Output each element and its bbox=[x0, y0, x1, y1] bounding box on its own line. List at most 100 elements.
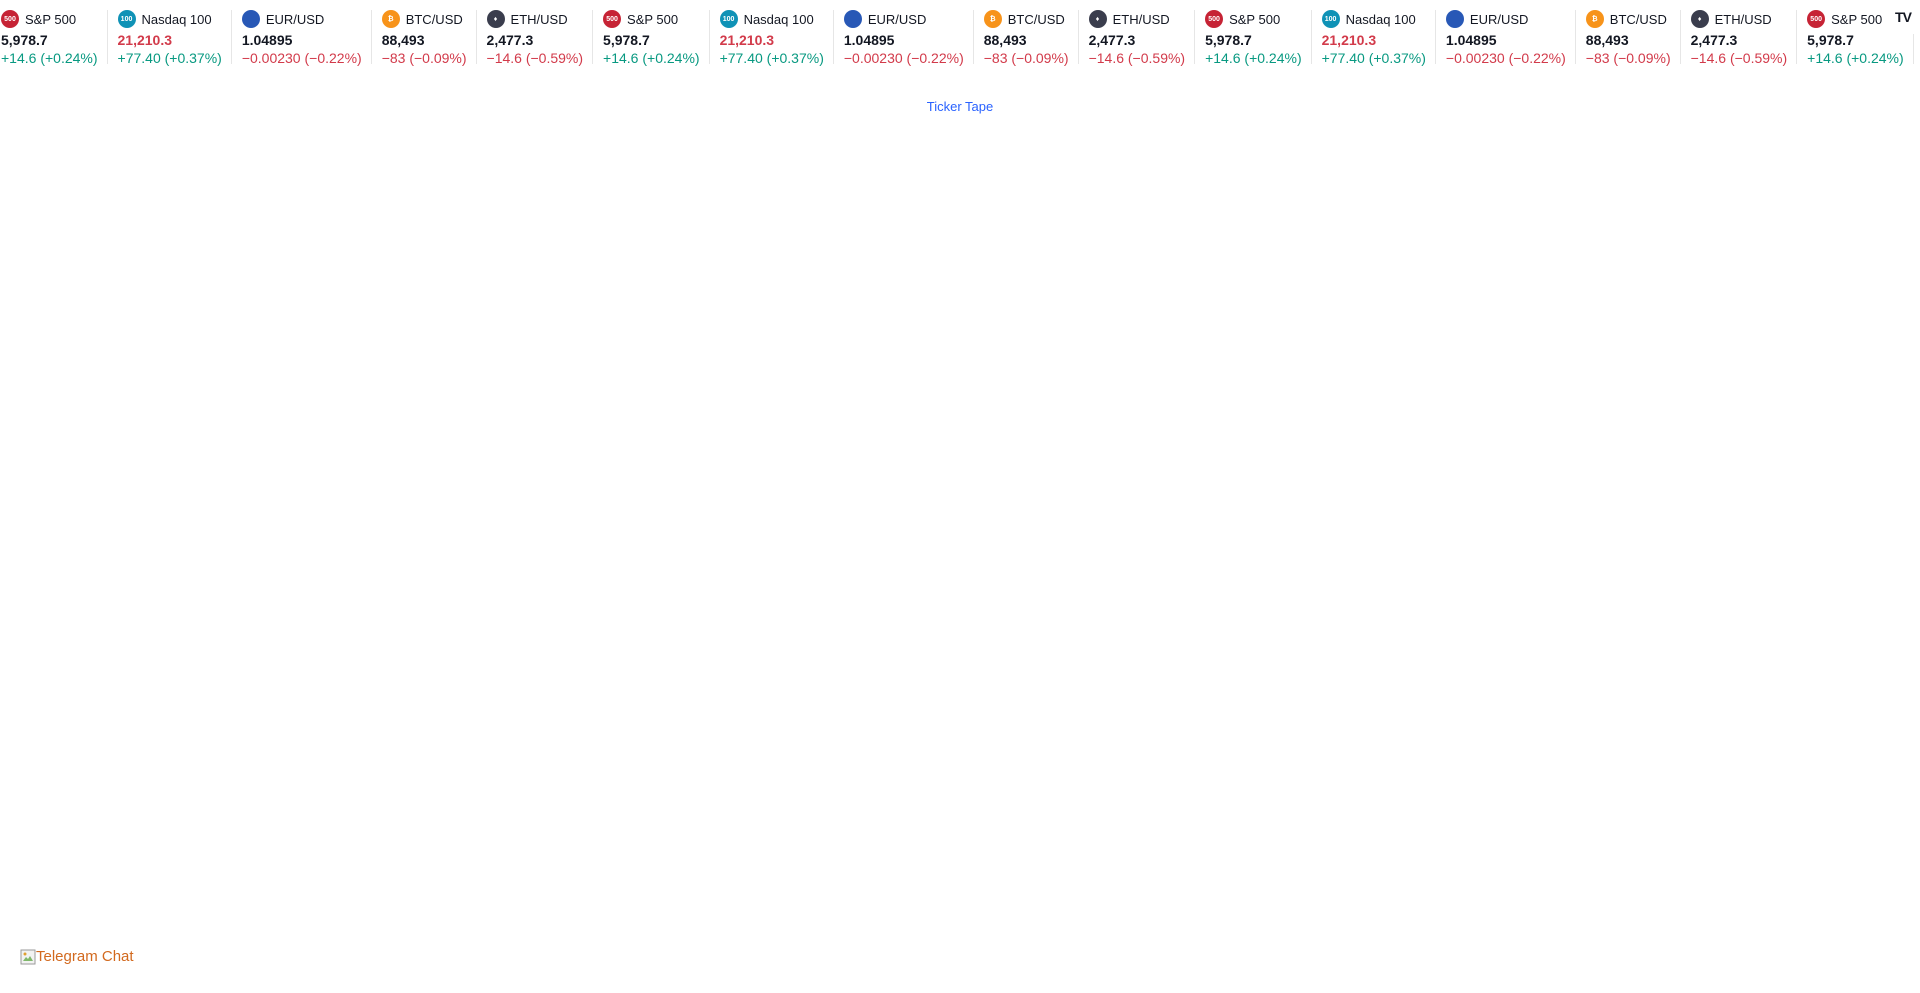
bitcoin-logo-icon: ₿ bbox=[1585, 10, 1604, 28]
ticker-change: −0.00230 (−0.22%) bbox=[1445, 50, 1566, 66]
ticker-item[interactable]: EUR/USD 1.04895 −0.00230 (−0.22%) bbox=[1436, 0, 1576, 68]
ticker-symbol-name: S&P 500 bbox=[1831, 11, 1883, 27]
ticker-item-header: 500 S&P 500 bbox=[603, 10, 700, 28]
eur-usd-flags-icon bbox=[1445, 10, 1464, 28]
sp500-logo-icon: 500 bbox=[1807, 10, 1826, 28]
ticker-item[interactable]: ₿ BTC/USD 88,493 −83 (−0.09%) bbox=[974, 0, 1079, 68]
ethereum-logo-icon: ♦ bbox=[1088, 10, 1107, 28]
ticker-item[interactable]: 100 Nasdaq 100 21,210.3 +77.40 (+0.37%) bbox=[1312, 0, 1437, 68]
ticker-change: −83 (−0.09%) bbox=[1585, 50, 1671, 66]
ticker-item[interactable]: 500 S&P 500 5,978.7 +14.6 (+0.24%) bbox=[1195, 0, 1312, 68]
nasdaq100-logo-icon: 100 bbox=[719, 10, 738, 28]
ticker-item-header: 100 Nasdaq 100 bbox=[719, 10, 824, 28]
ticker-change: −83 (−0.09%) bbox=[381, 50, 467, 66]
ticker-item[interactable]: 100 Nasdaq 100 21,210.3 +77.40 (+0.37%) bbox=[108, 0, 233, 68]
ticker-price: 5,978.7 bbox=[1205, 32, 1252, 48]
ticker-change: +14.6 (+0.24%) bbox=[603, 50, 700, 66]
ticker-price: 1.04895 bbox=[843, 32, 895, 48]
tradingview-logo-icon[interactable]: TV bbox=[1886, 0, 1920, 34]
ticker-item-header: ₿ BTC/USD bbox=[381, 10, 467, 28]
sp500-logo-icon: 500 bbox=[1, 10, 19, 28]
ethereum-logo-icon: ♦ bbox=[486, 10, 505, 28]
ticker-symbol-name: EUR/USD bbox=[265, 11, 325, 27]
ticker-symbol-name: EUR/USD bbox=[1469, 11, 1529, 27]
ticker-change: −14.6 (−0.59%) bbox=[1088, 50, 1186, 66]
eur-usd-flags-icon bbox=[843, 10, 862, 28]
bitcoin-logo-icon: ₿ bbox=[983, 10, 1002, 28]
ticker-tape-caption: Ticker Tape bbox=[0, 99, 1920, 114]
ticker-symbol-name: Nasdaq 100 bbox=[1345, 11, 1416, 27]
ticker-track: 500 S&P 500 5,978.7 +14.6 (+0.24%) 100 Nasdaq… bbox=[0, 0, 1920, 68]
ticker-item[interactable]: 100 Nasdaq 100 21,210.3 +77.40 (+0.37%) bbox=[710, 0, 835, 68]
ticker-item[interactable]: ♦ ETH/USD 2,477.3 −14.6 (−0.59%) bbox=[1681, 0, 1798, 68]
ticker-symbol-name: ETH/USD bbox=[1714, 11, 1772, 27]
ticker-symbol-name: S&P 500 bbox=[25, 11, 77, 27]
ticker-change: −14.6 (−0.59%) bbox=[486, 50, 584, 66]
ticker-change: −0.00230 (−0.22%) bbox=[241, 50, 362, 66]
ticker-change: +77.40 (+0.37%) bbox=[1321, 50, 1426, 66]
ticker-price: 21,210.3 bbox=[117, 32, 173, 48]
ticker-price: 2,477.3 bbox=[1690, 32, 1738, 48]
telegram-chat-alt-text: Telegram Chat bbox=[36, 948, 134, 965]
ticker-price: 5,978.7 bbox=[603, 32, 650, 48]
ticker-tape-widget: 500 S&P 500 5,978.7 +14.6 (+0.24%) 100 Nasdaq… bbox=[0, 0, 1920, 72]
ticker-item[interactable]: EUR/USD 1.04895 −0.00230 (−0.22%) bbox=[232, 0, 372, 68]
sp500-logo-icon: 500 bbox=[603, 10, 622, 28]
ticker-item[interactable]: ₿ BTC/USD 88,493 −83 (−0.09%) bbox=[1576, 0, 1681, 68]
ticker-item-header: EUR/USD bbox=[843, 10, 964, 28]
bitcoin-logo-icon: ₿ bbox=[381, 10, 400, 28]
ticker-symbol-name: ETH/USD bbox=[1112, 11, 1170, 27]
ticker-change: +77.40 (+0.37%) bbox=[719, 50, 824, 66]
ticker-symbol-name: S&P 500 bbox=[1229, 11, 1281, 27]
ticker-item[interactable]: ♦ ETH/USD 2,477.3 −14.6 (−0.59%) bbox=[1079, 0, 1196, 68]
ticker-price: 5,978.7 bbox=[1807, 32, 1854, 48]
ticker-price: 2,477.3 bbox=[486, 32, 534, 48]
ticker-item[interactable]: 500 S&P 500 5,978.7 +14.6 (+0.24%) bbox=[593, 0, 710, 68]
ticker-symbol-name: EUR/USD bbox=[867, 11, 927, 27]
ticker-change: +77.40 (+0.37%) bbox=[117, 50, 222, 66]
ticker-price: 88,493 bbox=[1585, 32, 1629, 48]
ticker-item-header: ♦ ETH/USD bbox=[486, 10, 584, 28]
ticker-tape-link[interactable]: Ticker Tape bbox=[927, 99, 993, 114]
eur-usd-flags-icon bbox=[241, 10, 260, 28]
ticker-symbol-name: BTC/USD bbox=[405, 11, 463, 27]
ticker-change: −14.6 (−0.59%) bbox=[1690, 50, 1788, 66]
ticker-item-header: ₿ BTC/USD bbox=[983, 10, 1069, 28]
ticker-change: +14.6 (+0.24%) bbox=[1, 50, 98, 66]
ticker-price: 21,210.3 bbox=[719, 32, 775, 48]
broken-image-icon bbox=[20, 949, 36, 964]
ticker-change: −83 (−0.09%) bbox=[983, 50, 1069, 66]
sp500-logo-icon: 500 bbox=[1205, 10, 1224, 28]
ticker-symbol-name: S&P 500 bbox=[627, 11, 679, 27]
ticker-item-header: 100 Nasdaq 100 bbox=[117, 10, 222, 28]
ticker-price: 1.04895 bbox=[1445, 32, 1497, 48]
ticker-item-header: 500 S&P 500 bbox=[1, 10, 98, 28]
ticker-symbol-name: BTC/USD bbox=[1609, 11, 1667, 27]
ethereum-logo-icon: ♦ bbox=[1690, 10, 1709, 28]
telegram-chat-link[interactable]: Telegram Chat bbox=[20, 948, 134, 965]
ticker-price: 21,210.3 bbox=[1321, 32, 1377, 48]
ticker-item-header: 100 Nasdaq 100 bbox=[1321, 10, 1426, 28]
ticker-price: 5,978.7 bbox=[1, 32, 48, 48]
ticker-item[interactable]: ♦ ETH/USD 2,477.3 −14.6 (−0.59%) bbox=[477, 0, 594, 68]
ticker-item-header: ♦ ETH/USD bbox=[1690, 10, 1788, 28]
ticker-price: 1.04895 bbox=[241, 32, 293, 48]
ticker-item-header: ₿ BTC/USD bbox=[1585, 10, 1671, 28]
ticker-price: 88,493 bbox=[983, 32, 1027, 48]
ticker-symbol-name: Nasdaq 100 bbox=[141, 11, 212, 27]
ticker-item[interactable]: EUR/USD 1.04895 −0.00230 (−0.22%) bbox=[834, 0, 974, 68]
ticker-item-header: 500 S&P 500 bbox=[1205, 10, 1302, 28]
ticker-item[interactable]: 500 S&P 500 5,978.7 +14.6 (+0.24%) bbox=[0, 0, 108, 68]
ticker-symbol-name: ETH/USD bbox=[510, 11, 568, 27]
ticker-item[interactable]: ₿ BTC/USD 88,493 −83 (−0.09%) bbox=[372, 0, 477, 68]
ticker-symbol-name: BTC/USD bbox=[1007, 11, 1065, 27]
ticker-change: −0.00230 (−0.22%) bbox=[843, 50, 964, 66]
ticker-price: 2,477.3 bbox=[1088, 32, 1136, 48]
nasdaq100-logo-icon: 100 bbox=[117, 10, 136, 28]
nasdaq100-logo-icon: 100 bbox=[1321, 10, 1340, 28]
ticker-item-header: EUR/USD bbox=[241, 10, 362, 28]
ticker-item-header: EUR/USD bbox=[1445, 10, 1566, 28]
ticker-symbol-name: Nasdaq 100 bbox=[743, 11, 814, 27]
ticker-item-header: ♦ ETH/USD bbox=[1088, 10, 1186, 28]
ticker-change: +14.6 (+0.24%) bbox=[1807, 50, 1904, 66]
